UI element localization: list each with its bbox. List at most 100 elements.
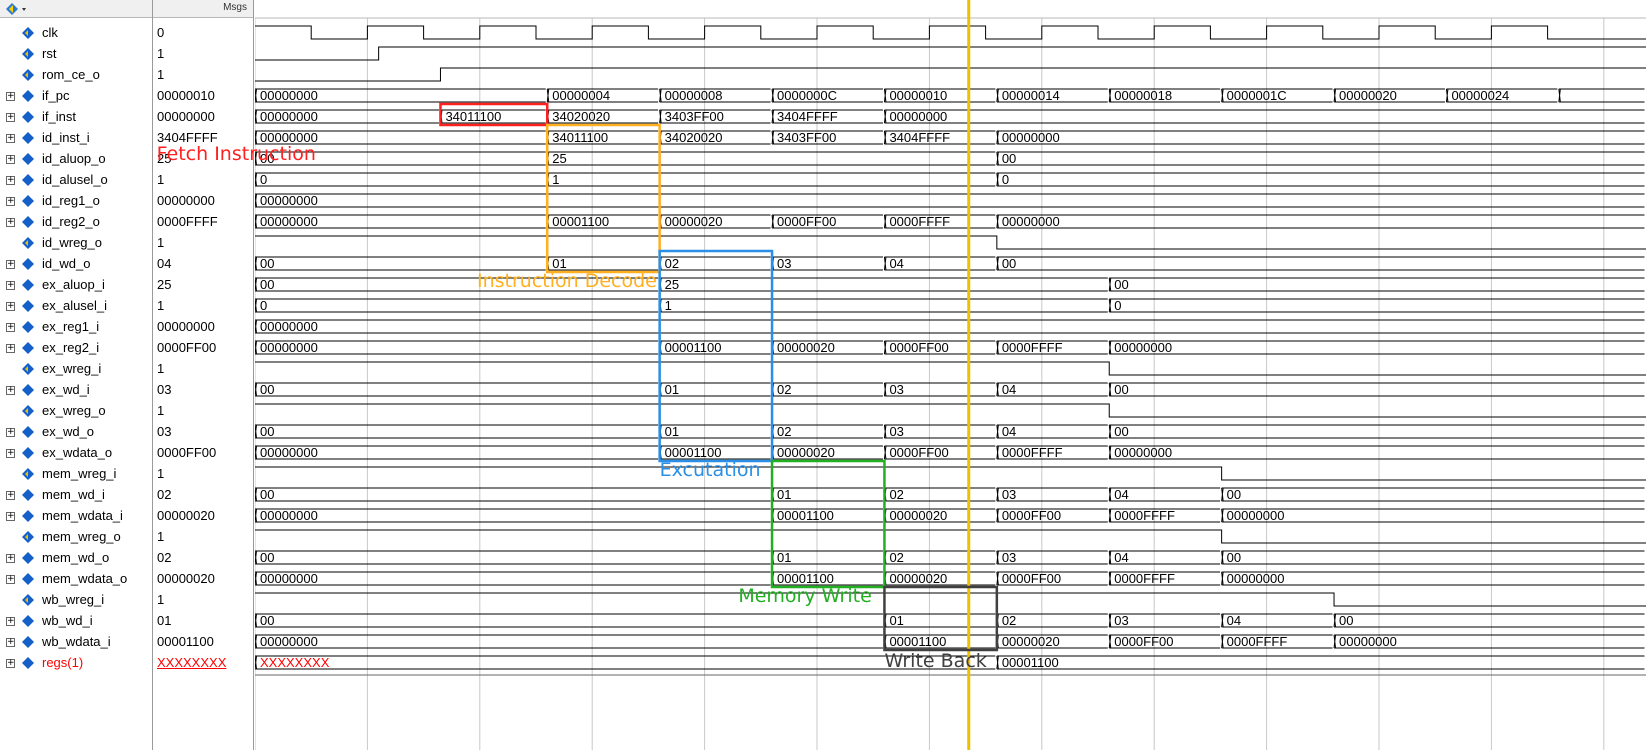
signal-row-ex_reg2_i[interactable]: + ex_reg2_i [0, 337, 152, 359]
bus-value-label: 3404FFFF [777, 109, 838, 124]
bus-value-label: 0 [1114, 298, 1121, 313]
bus-value-label: 04 [1227, 613, 1241, 628]
bus-signal-icon [22, 636, 34, 648]
bus-signal-icon [22, 615, 34, 627]
signal-row-mem_wreg_o[interactable]: mem_wreg_o [0, 526, 152, 548]
bus-value-label: 00000000 [1227, 508, 1285, 523]
bus-value-label: 03 [889, 424, 903, 439]
expand-toggle[interactable]: + [6, 197, 15, 206]
expand-toggle[interactable]: + [6, 386, 15, 395]
expand-toggle[interactable]: + [6, 638, 15, 647]
signal-row-clk[interactable]: clk [0, 22, 152, 44]
expand-toggle[interactable]: + [6, 554, 15, 563]
signal-row-if_inst[interactable]: + if_inst [0, 106, 152, 128]
expand-toggle[interactable]: + [6, 512, 15, 521]
expand-toggle[interactable]: + [6, 491, 15, 500]
signal-row-mem_wd_i[interactable]: + mem_wd_i [0, 484, 152, 506]
signal-row-ex_wreg_o[interactable]: ex_wreg_o [0, 400, 152, 422]
expand-toggle[interactable]: + [6, 323, 15, 332]
bus-value-label: 02 [777, 424, 791, 439]
signal-row-wb_wreg_i[interactable]: wb_wreg_i [0, 589, 152, 611]
bus-segment [255, 298, 659, 313]
signal-row-rom_ce_o[interactable]: rom_ce_o [0, 64, 152, 86]
waveform-mem_wreg_i [255, 466, 1646, 481]
expand-toggle[interactable]: + [6, 659, 15, 668]
signal-value: 00000000 [157, 109, 215, 124]
bus-value-label: 00 [260, 487, 274, 502]
expand-toggle[interactable]: + [6, 617, 15, 626]
signal-row-ex_wd_o[interactable]: + ex_wd_o [0, 421, 152, 443]
bus-segment [1221, 508, 1645, 523]
signal-value: 0 [157, 25, 165, 40]
bus-value-label: 00000014 [1002, 88, 1060, 103]
signal-name: id_wreg_o [42, 235, 102, 250]
signal-row-id_wreg_o[interactable]: id_wreg_o [0, 232, 152, 254]
bus-signal-icon [22, 279, 34, 291]
signal-value: 1 [157, 466, 165, 481]
bus-segment [883, 109, 1645, 124]
bus-value-label: 00000000 [260, 634, 318, 649]
expand-toggle[interactable]: + [6, 344, 15, 353]
bus-value-label: 03 [1002, 550, 1016, 565]
waveform-ex_wreg_o [255, 403, 1646, 418]
signal-name: ex_wreg_i [42, 361, 102, 376]
signal-row-mem_wdata_o[interactable]: + mem_wdata_o [0, 568, 152, 590]
expand-toggle[interactable]: + [6, 113, 15, 122]
signal-value: 1 [157, 361, 165, 376]
expand-toggle[interactable]: + [6, 428, 15, 437]
expand-toggle[interactable]: + [6, 260, 15, 269]
signal-row-id_aluop_o[interactable]: + id_aluop_o [0, 148, 152, 170]
wave-toolbar-icon[interactable] [4, 1, 30, 17]
waveform-pane[interactable]: 00000000 00000004 00000008 0000000C 00000010… [255, 0, 1646, 750]
expand-toggle[interactable]: + [6, 218, 15, 227]
signal-row-regs1[interactable]: + regs(1) [0, 652, 152, 674]
expand-toggle[interactable]: + [6, 176, 15, 185]
bus-value-label: 01 [889, 613, 903, 628]
signal-row-id_alusel_o[interactable]: + id_alusel_o [0, 169, 152, 191]
bit-trace [255, 361, 1646, 376]
bus-value-label: 04 [1114, 550, 1128, 565]
expand-toggle[interactable]: + [6, 92, 15, 101]
expand-toggle[interactable]: + [6, 302, 15, 311]
signal-row-ex_wd_i[interactable]: + ex_wd_i [0, 379, 152, 401]
waveform-rst [255, 46, 1646, 61]
signal-row-id_wd_o[interactable]: + id_wd_o [0, 253, 152, 275]
signal-row-ex_alusel_i[interactable]: + ex_alusel_i [0, 295, 152, 317]
signal-row-wb_wdata_i[interactable]: + wb_wdata_i [0, 631, 152, 653]
expand-toggle[interactable]: + [6, 449, 15, 458]
signal-row-id_reg1_o[interactable]: + id_reg1_o [0, 190, 152, 212]
bus-segment [1333, 613, 1645, 628]
bus-value-label: 00 [1002, 256, 1016, 271]
bus-value-label: 00000008 [665, 88, 723, 103]
bus-value-label: 00 [260, 550, 274, 565]
bus-value-label: 02 [1002, 613, 1016, 628]
expand-toggle[interactable]: + [6, 134, 15, 143]
bus-value-label: 34011100 [445, 109, 501, 124]
signal-row-wb_wd_i[interactable]: + wb_wd_i [0, 610, 152, 632]
signal-row-mem_wdata_i[interactable]: + mem_wdata_i [0, 505, 152, 527]
signal-row-ex_aluop_i[interactable]: + ex_aluop_i [0, 274, 152, 296]
waveform-ex_reg1_i: 00000000 [255, 319, 1645, 334]
bus-segment [255, 571, 771, 586]
bus-value-label: 00 [260, 256, 274, 271]
signal-row-ex_wdata_o[interactable]: + ex_wdata_o [0, 442, 152, 464]
expand-toggle[interactable]: + [6, 575, 15, 584]
signal-row-ex_wreg_i[interactable]: ex_wreg_i [0, 358, 152, 380]
bus-segment [255, 319, 1645, 334]
signal-name: ex_alusel_i [42, 298, 108, 313]
signal-row-mem_wd_o[interactable]: + mem_wd_o [0, 547, 152, 569]
signal-row-mem_wreg_i[interactable]: mem_wreg_i [0, 463, 152, 485]
bus-segment [1108, 424, 1645, 439]
signal-row-rst[interactable]: rst [0, 43, 152, 65]
signal-row-ex_reg1_i[interactable]: + ex_reg1_i [0, 316, 152, 338]
signal-value: 00000000 [157, 319, 215, 334]
bus-value-label: 0000FF00 [889, 445, 948, 460]
signal-value: 1 [157, 298, 165, 313]
signal-row-id_reg2_o[interactable]: + id_reg2_o [0, 211, 152, 233]
expand-toggle[interactable]: + [6, 155, 15, 164]
signal-row-id_inst_i[interactable]: + id_inst_i [0, 127, 152, 149]
expand-toggle[interactable]: + [6, 281, 15, 290]
signal-row-if_pc[interactable]: + if_pc [0, 85, 152, 107]
bus-value-label: XXXXXXXX [260, 655, 330, 670]
bus-value-label: 00000004 [552, 88, 610, 103]
